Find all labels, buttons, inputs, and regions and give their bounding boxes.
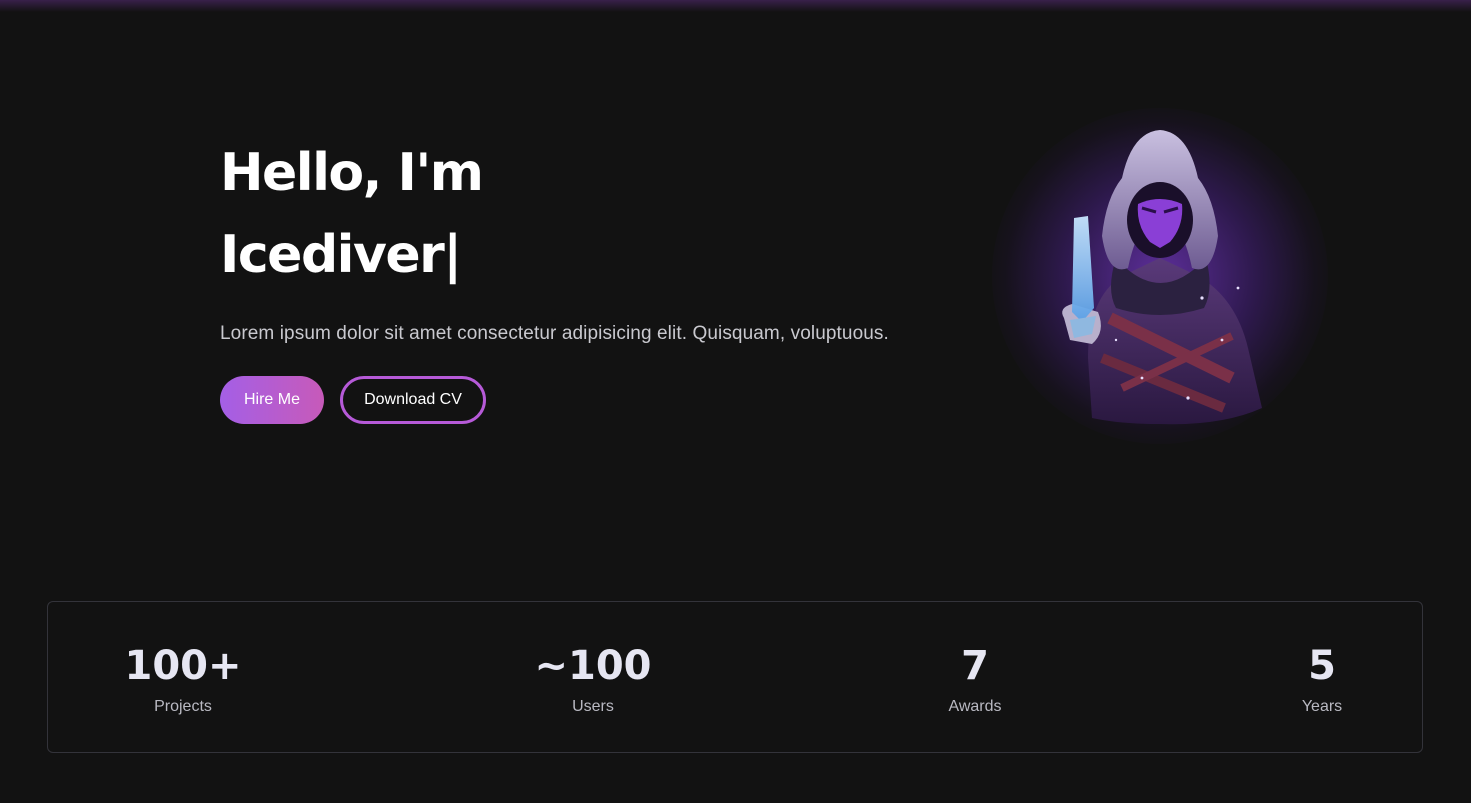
hooded-ninja-avatar-icon xyxy=(1062,130,1262,425)
hero-name: Icediver xyxy=(220,225,445,285)
top-glow xyxy=(0,0,1471,12)
stats-panel: 100+ Projects ~100 Users 7 Awards 5 Year… xyxy=(47,601,1423,753)
hire-me-button[interactable]: Hire Me xyxy=(220,376,324,424)
typing-cursor: | xyxy=(443,225,462,285)
page: Hello, I'm Icediver| Lorem ipsum dolor s… xyxy=(0,0,1471,803)
stat-label: Years xyxy=(1301,698,1343,715)
stat-value: 100+ xyxy=(124,643,242,689)
stat-label: Users xyxy=(572,698,614,715)
hero-buttons: Hire Me Download CV xyxy=(220,376,940,424)
stat-awards: 7 Awards xyxy=(948,642,1001,716)
stat-label: Awards xyxy=(948,698,1002,715)
hero-greeting: Hello, I'm xyxy=(220,143,484,203)
avatar xyxy=(992,108,1328,444)
download-cv-button[interactable]: Download CV xyxy=(340,376,486,424)
hero-subtitle: Lorem ipsum dolor sit amet consectetur a… xyxy=(220,323,889,344)
stat-value: ~100 xyxy=(534,643,652,689)
stat-projects: 100+ Projects xyxy=(124,642,241,716)
hero-name-line: Icediver| xyxy=(220,214,940,296)
stat-value: 7 xyxy=(961,643,989,689)
stat-users: ~100 Users xyxy=(534,642,651,716)
stat-label: Projects xyxy=(154,698,212,715)
hero-title: Hello, I'm Icediver| xyxy=(220,132,940,296)
hero-section: Hello, I'm Icediver| Lorem ipsum dolor s… xyxy=(220,132,940,424)
stat-value: 5 xyxy=(1308,643,1336,689)
stat-years: 5 Years xyxy=(1302,642,1342,716)
